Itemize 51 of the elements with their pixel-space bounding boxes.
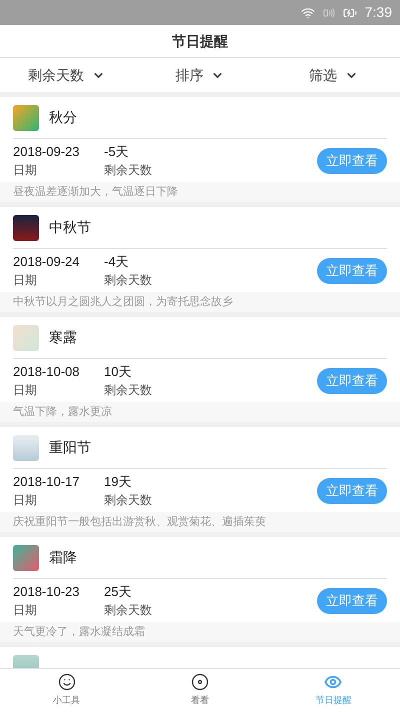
photo-placeholder <box>13 544 39 570</box>
festival-name: 秋分 <box>49 108 77 127</box>
festival-description: 中秋节以月之圆兆人之团圆，为寄托思念故乡 <box>13 294 233 310</box>
photo-placeholder <box>13 324 39 350</box>
days-label: 剩余天数 <box>104 382 153 398</box>
days-label: 剩余天数 <box>104 492 153 508</box>
filter-dropdown[interactable]: 筛选 <box>266 64 400 86</box>
tab-bar-item[interactable]: 看看 <box>133 669 267 712</box>
page-title: 节日提醒 <box>172 32 228 50</box>
view-now-button[interactable]: 立即查看 <box>317 478 387 504</box>
date-label: 日期 <box>13 272 38 288</box>
photo-placeholder <box>13 104 39 130</box>
date-label: 日期 <box>13 162 38 178</box>
tab-bar-item[interactable]: 节日提醒 <box>266 669 400 712</box>
days-value: -4天 <box>104 252 130 270</box>
festival-description: 昼夜温差逐渐加大，气温逐日下降 <box>13 184 178 200</box>
festival-description: 天气更冷了，露水凝结成霜 <box>13 624 145 640</box>
date-label: 日期 <box>13 382 38 398</box>
date-value: 2018-10-23 <box>13 582 80 600</box>
festival-description: 庆祝重阳节一般包括出游赏秋、观赏菊花、遍插茱萸 <box>13 514 266 530</box>
festival-name: 寒露 <box>49 328 77 347</box>
wifi-icon <box>300 6 315 20</box>
festival-name: 重阳节 <box>49 438 91 457</box>
photo-placeholder <box>13 214 39 240</box>
tab-bar-item[interactable]: 小工具 <box>0 669 134 712</box>
days-label: 剩余天数 <box>104 162 153 178</box>
days-value: 19天 <box>104 472 132 490</box>
days-value: -5天 <box>104 142 130 160</box>
date-value: 2018-10-17 <box>13 472 80 490</box>
days-value: 10天 <box>104 362 132 380</box>
view-now-button[interactable]: 立即查看 <box>317 148 387 174</box>
date-value: 2018-09-24 <box>13 252 80 270</box>
days-value: 25天 <box>104 582 132 600</box>
date-label: 日期 <box>13 492 38 508</box>
disc-icon <box>190 673 209 692</box>
view-now-button[interactable]: 立即查看 <box>317 588 387 614</box>
filter-dropdown[interactable]: 排序 <box>133 64 267 86</box>
date-label: 日期 <box>13 602 38 618</box>
clock-time: 7:39 <box>364 3 392 22</box>
smile-icon <box>58 673 76 692</box>
photo-placeholder <box>13 434 39 460</box>
date-value: 2018-09-23 <box>13 142 80 160</box>
view-now-button[interactable]: 立即查看 <box>317 368 387 394</box>
festival-name: 中秋节 <box>49 218 91 237</box>
filter-dropdown[interactable]: 剩余天数 <box>0 64 134 86</box>
days-label: 剩余天数 <box>104 602 153 618</box>
date-value: 2018-10-08 <box>13 362 80 380</box>
festival-name: 霜降 <box>49 548 77 567</box>
festival-description: 气温下降，露水更凉 <box>13 404 112 420</box>
days-label: 剩余天数 <box>104 272 153 288</box>
view-now-button[interactable]: 立即查看 <box>317 258 387 284</box>
